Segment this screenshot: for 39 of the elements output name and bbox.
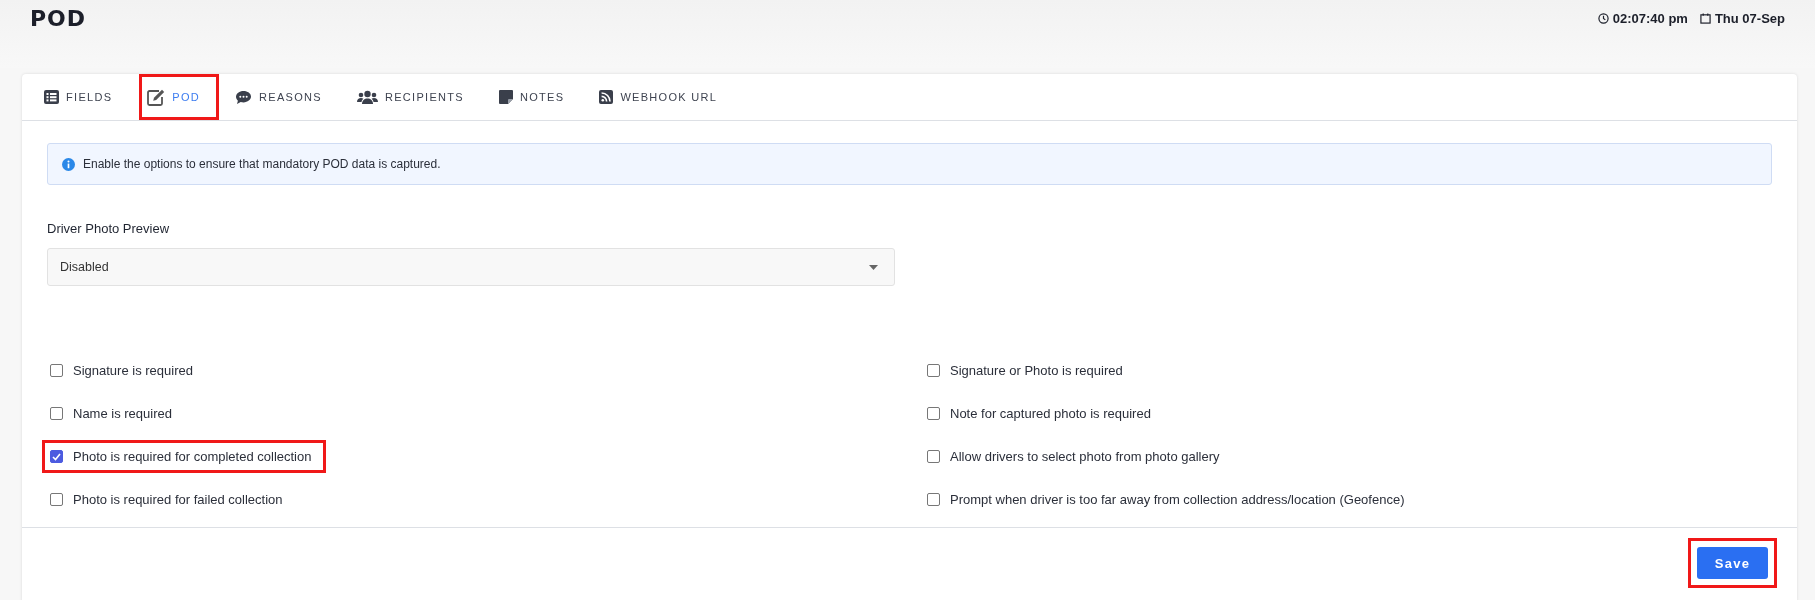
checkbox-label: Note for captured photo is required <box>950 406 1151 421</box>
checkbox-label: Allow drivers to select photo from photo gallery <box>950 449 1220 464</box>
tab[interactable]: RECIPIENTS <box>348 74 483 120</box>
info-icon <box>62 157 75 171</box>
dropdown[interactable]: Disabled <box>47 248 895 286</box>
chat-icon <box>235 89 253 105</box>
field-label: Driver Photo Preview <box>47 221 170 236</box>
checkbox[interactable] <box>50 450 63 463</box>
checkbox[interactable] <box>50 407 63 420</box>
checkbox[interactable] <box>927 493 940 506</box>
users-icon <box>356 90 378 104</box>
edit-icon <box>147 88 166 106</box>
current-date: Thu 07-Sep <box>1714 11 1785 26</box>
checkbox[interactable] <box>927 407 940 420</box>
rss-icon <box>599 90 614 104</box>
info-text: Enable the options to ensure that mandatory POD data is captured. <box>83 157 441 171</box>
list-icon <box>44 90 59 104</box>
checkbox-label: Signature or Photo is required <box>950 363 1123 378</box>
tab[interactable]: NOTES <box>491 74 584 120</box>
checkbox-label: Signature is required <box>73 363 193 378</box>
checkbox[interactable] <box>927 364 940 377</box>
checkbox[interactable] <box>927 450 940 463</box>
tab[interactable]: POD <box>139 74 220 120</box>
current-time: 02:07:40 pm <box>1612 11 1688 26</box>
page-title: POD <box>30 6 87 31</box>
clock-icon <box>1597 13 1609 24</box>
checkbox[interactable] <box>50 364 63 377</box>
calendar-icon <box>1699 13 1711 24</box>
tab[interactable]: FIELDS <box>36 74 132 120</box>
tab[interactable]: REASONS <box>227 74 341 120</box>
checkbox[interactable] <box>50 493 63 506</box>
checkbox-label: Photo is required for failed collection <box>73 492 283 507</box>
checkbox-label: Name is required <box>73 406 172 421</box>
checkbox-label: Prompt when driver is too far away from collection address/location (Geofence) <box>950 492 1405 507</box>
tab[interactable]: WEBHOOK URL <box>591 74 737 120</box>
checkbox-label: Photo is required for completed collection <box>73 449 312 464</box>
caret-icon <box>869 264 878 270</box>
save-button[interactable]: Save <box>1697 547 1768 579</box>
note-icon <box>499 90 513 104</box>
